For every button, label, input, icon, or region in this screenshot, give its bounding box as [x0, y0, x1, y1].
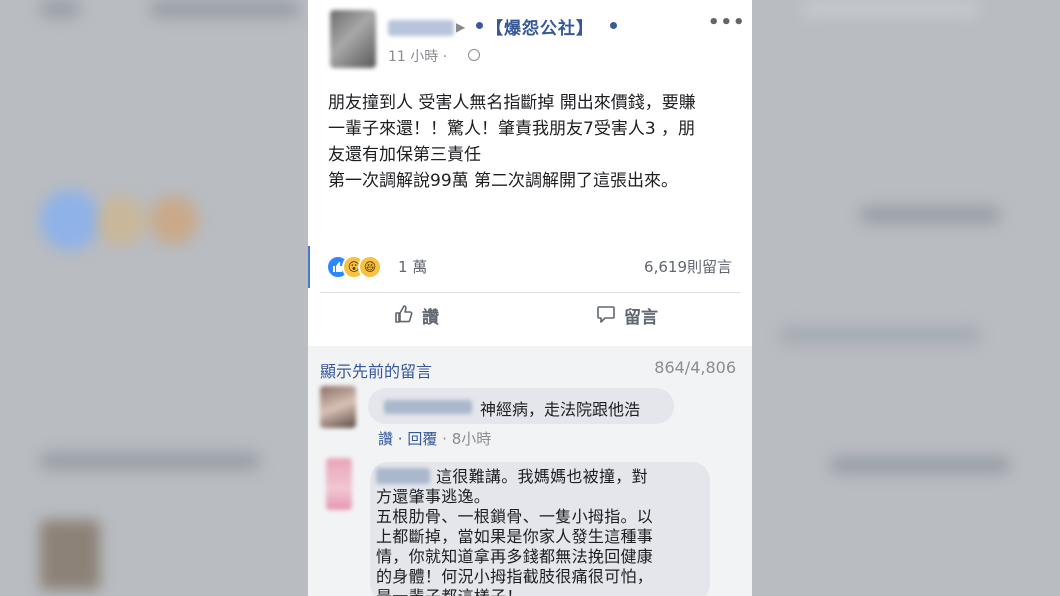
comment-meta: 讚 · 回覆 · 8小時: [378, 428, 491, 449]
comment-time[interactable]: 8小時: [452, 430, 492, 448]
like-button-label: 讚: [422, 308, 439, 328]
commenter-name-blurred[interactable]: [384, 400, 472, 414]
avatar[interactable]: [320, 386, 356, 428]
group-name-link[interactable]: 【爆怨公社】: [486, 14, 594, 39]
comments-section: 顯示先前的留言 864/4,806 神經病，走法院跟他浩 讚 · 回覆 · 8小…: [308, 346, 752, 596]
post-timestamp[interactable]: 11 小時 ·: [388, 46, 447, 66]
post-text-line: 第一次調解說99萬 第二次調解開了這張出來。: [328, 171, 679, 191]
post-text-line: 朋友撞到人 受害人無名指斷掉 開出來價錢，要賺: [328, 93, 696, 113]
reaction-count[interactable]: 1 萬: [398, 256, 427, 277]
reactions-bar[interactable]: 😮 😆 1 萬 6,619則留言: [326, 252, 736, 280]
comments-pagination-count: 864/4,806: [654, 358, 736, 377]
comment-text: 這很難講。我媽媽也被撞，對 方還肇事逃逸。 五根肋骨、一根鎖骨、一隻小拇指。以 …: [376, 467, 706, 596]
arrow-right-icon: ▶: [456, 20, 466, 34]
comment-reply-link[interactable]: 回覆: [407, 430, 437, 448]
comment-like-link[interactable]: 讚: [378, 430, 393, 448]
comment-bubble: 神經病，走法院跟他浩: [368, 388, 674, 424]
comment-text-line: 這很難講。我媽媽也被撞，對: [436, 467, 648, 486]
more-dots-icon[interactable]: •••: [708, 12, 746, 33]
comment-text-line: 五根肋骨、一根鎖骨、一隻小拇指。以: [376, 507, 654, 526]
comment-text-line: 上都斷掉，當如果是你家人發生這種事: [376, 527, 654, 546]
comment-text: 神經病，走法院跟他浩: [480, 400, 641, 419]
post-text-line: 友還有加保第三責任: [328, 145, 481, 165]
poster-name-blurred[interactable]: [388, 20, 454, 36]
bullet-icon: [610, 22, 617, 29]
meta-separator: ·: [442, 430, 452, 448]
divider: [320, 292, 740, 293]
focus-accent-bar: [308, 246, 310, 288]
post-text-line: 一輩子來還！！驚人！肇責我朋友7受害人3 ，朋: [328, 119, 696, 139]
post-actions: 讚 留言: [308, 296, 752, 336]
comment-text-line: 是一輩子都這樣子！: [376, 587, 706, 596]
comment-text-line: 方還肇事逃逸。: [376, 487, 491, 506]
post-body: 朋友撞到人 受害人無名指斷掉 開出來價錢，要賺 一輩子來還！！驚人！肇責我朋友7…: [328, 90, 738, 194]
post-header: ▶ 【爆怨公社】 ••• 11 小時 ·: [308, 0, 752, 76]
thumbs-up-icon: [395, 305, 413, 323]
globe-icon: [468, 49, 480, 61]
haha-reaction-icon: 😆: [358, 255, 382, 279]
avatar[interactable]: [330, 10, 376, 68]
comment-count[interactable]: 6,619則留言: [644, 256, 732, 277]
comment-bubble-icon: [597, 306, 615, 323]
bullet-icon: [476, 22, 483, 29]
comment-text-line: 的身體！何況小拇指截肢很痛很可怕，: [376, 567, 654, 586]
avatar[interactable]: [326, 458, 352, 510]
comment-button-label: 留言: [624, 308, 658, 328]
meta-separator: ·: [397, 430, 408, 448]
facebook-post-card: ▶ 【爆怨公社】 ••• 11 小時 · 朋友撞到人 受害人無名指斷掉 開出來價…: [308, 0, 752, 596]
view-previous-comments-link[interactable]: 顯示先前的留言: [320, 358, 432, 382]
comment-text-line: 情，你就知道拿再多錢都無法挽回健康: [376, 547, 654, 566]
comment-bubble: 這很難講。我媽媽也被撞，對 方還肇事逃逸。 五根肋骨、一根鎖骨、一隻小拇指。以 …: [370, 462, 710, 596]
